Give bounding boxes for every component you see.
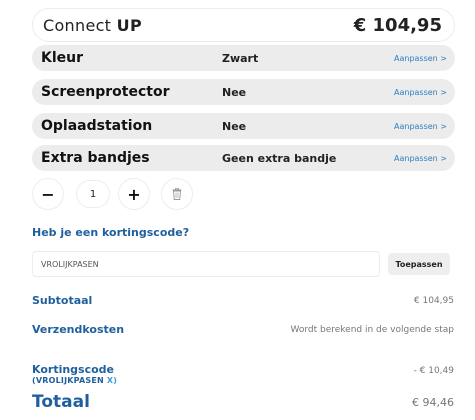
product-header: Connect UP € 104,95: [32, 8, 455, 42]
option-row-extra-bandjes: Extra bandjes Geen extra bandje Aanpasse…: [32, 145, 455, 171]
discount-code-input[interactable]: [32, 251, 380, 277]
total-label: Totaal: [32, 392, 90, 412]
option-row-screenprotector: Screenprotector Nee Aanpassen >: [32, 79, 455, 105]
option-value: Zwart: [222, 51, 259, 65]
quantity-value[interactable]: 1: [76, 180, 110, 208]
discount-title: Heb je een kortingscode?: [32, 226, 190, 239]
remove-item-button[interactable]: [161, 178, 193, 210]
option-row-kleur: Kleur Zwart Aanpassen >: [32, 45, 455, 71]
trash-icon: [172, 188, 182, 200]
option-value: Geen extra bandje: [222, 151, 337, 165]
product-name-suffix: UP: [116, 15, 142, 35]
total-value: € 94,46: [412, 396, 454, 409]
shipping-value: Wordt berekend in de volgende stap: [290, 325, 454, 335]
discount-value: - € 10,49: [413, 366, 454, 376]
discount-code-label: Kortingscode: [32, 363, 115, 376]
aanpassen-link[interactable]: Aanpassen >: [394, 122, 447, 131]
aanpassen-link[interactable]: Aanpassen >: [394, 154, 447, 163]
aanpassen-link[interactable]: Aanpassen >: [394, 88, 447, 97]
option-value: Nee: [222, 85, 247, 99]
product-name-prefix: Connect: [43, 15, 112, 35]
applied-code: (VROLIJKPASEN X): [32, 376, 117, 385]
option-label: Oplaadstation: [41, 118, 153, 134]
quantity-increase-button[interactable]: +: [118, 178, 150, 210]
option-row-oplaadstation: Oplaadstation Nee Aanpassen >: [32, 113, 455, 139]
quantity-decrease-button[interactable]: −: [32, 178, 64, 210]
remove-code-link[interactable]: X): [107, 376, 117, 385]
product-name: Connect UP: [43, 16, 142, 35]
option-value: Nee: [222, 119, 247, 133]
shipping-label: Verzendkosten: [32, 323, 125, 336]
product-price: € 104,95: [353, 14, 442, 36]
apply-discount-button[interactable]: Toepassen: [388, 253, 450, 275]
subtotal-label: Subtotaal: [32, 294, 93, 307]
applied-code-name: (VROLIJKPASEN: [32, 376, 104, 385]
option-label: Screenprotector: [41, 84, 170, 100]
subtotal-value: € 104,95: [413, 296, 454, 306]
option-label: Kleur: [41, 50, 84, 66]
aanpassen-link[interactable]: Aanpassen >: [394, 54, 447, 63]
option-label: Extra bandjes: [41, 150, 150, 166]
